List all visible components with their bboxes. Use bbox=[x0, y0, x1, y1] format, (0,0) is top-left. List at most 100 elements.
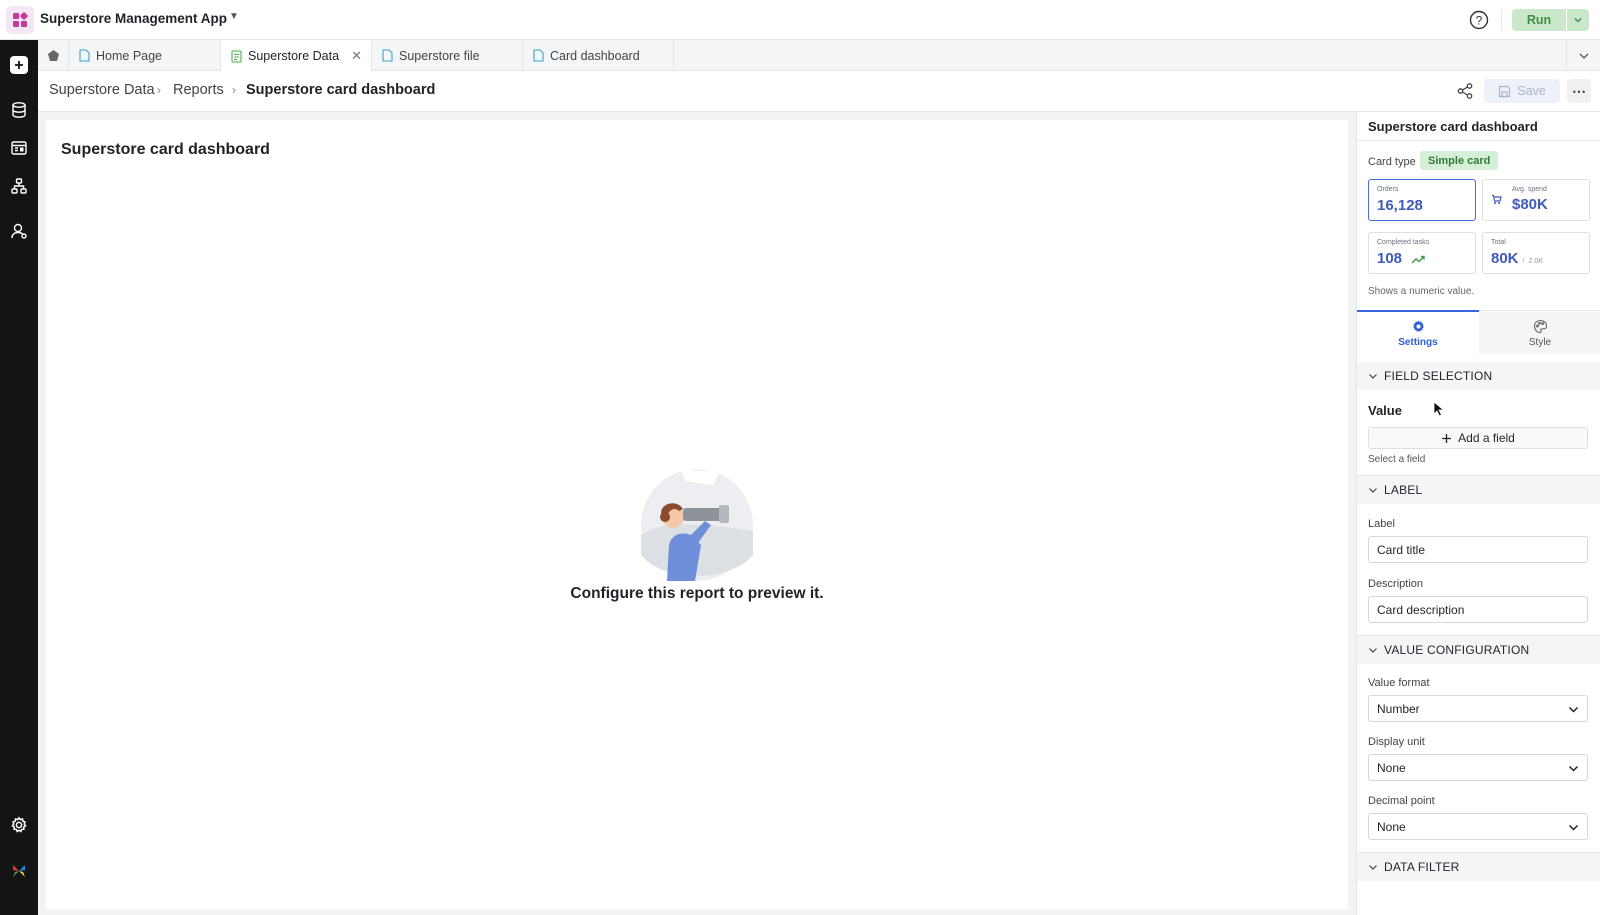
card-type-description: Shows a numeric value. bbox=[1368, 286, 1475, 297]
mouse-cursor-icon bbox=[1433, 401, 1445, 417]
pages-icon[interactable] bbox=[9, 138, 29, 158]
card-preview-title: Completed tasks bbox=[1377, 239, 1430, 246]
card-preview-title: Avg. spend bbox=[1512, 186, 1547, 193]
chevron-down-icon bbox=[1369, 374, 1377, 379]
breadcrumb: Superstore Data › Reports › Superstore c… bbox=[38, 71, 1600, 112]
display-unit-value: None bbox=[1377, 760, 1406, 775]
section-value-configuration[interactable]: VALUE CONFIGURATION bbox=[1357, 636, 1600, 664]
label-input-value: Card title bbox=[1377, 542, 1426, 557]
report-canvas-area: Superstore card dashboard Configure this… bbox=[38, 112, 1356, 915]
tab-label: Superstore Data bbox=[248, 49, 340, 63]
chevron-down-icon bbox=[1369, 865, 1377, 870]
form-icon bbox=[231, 49, 242, 63]
help-icon[interactable]: ? bbox=[1469, 10, 1489, 30]
share-icon[interactable] bbox=[1456, 82, 1474, 100]
more-options-icon[interactable]: ⋯ bbox=[1567, 79, 1591, 103]
properties-panel: Superstore card dashboard Card type Simp… bbox=[1356, 112, 1600, 915]
tab-bar: Home Page Superstore Data ✕ Superstore f… bbox=[38, 40, 1600, 72]
description-input[interactable]: Card description bbox=[1368, 596, 1588, 623]
report-canvas: Superstore card dashboard Configure this… bbox=[46, 120, 1348, 909]
chevron-down-icon bbox=[1568, 765, 1579, 772]
breadcrumb-separator-icon: › bbox=[157, 83, 161, 97]
tab-superstore-data[interactable]: Superstore Data ✕ bbox=[221, 40, 372, 72]
page-icon bbox=[382, 49, 393, 62]
breadcrumb-item[interactable]: Superstore Data bbox=[49, 82, 155, 98]
tab-home-page[interactable]: Home Page bbox=[69, 40, 221, 71]
value-format-label: Value format bbox=[1368, 677, 1430, 689]
section-title: LABEL bbox=[1384, 483, 1423, 497]
add-field-button[interactable]: Add a field bbox=[1368, 427, 1588, 449]
tab-label: Settings bbox=[1398, 336, 1438, 348]
card-preview-title: Total bbox=[1491, 239, 1506, 246]
empty-state-message: Configure this report to preview it. bbox=[570, 585, 824, 602]
workflow-icon[interactable] bbox=[9, 176, 29, 196]
tab-settings[interactable]: Settings bbox=[1357, 310, 1479, 354]
divider bbox=[1357, 140, 1600, 141]
trend-up-icon bbox=[1411, 255, 1425, 264]
create-new-plus-icon[interactable] bbox=[10, 56, 28, 74]
value-heading: Value bbox=[1368, 403, 1402, 418]
section-data-filter[interactable]: DATA FILTER bbox=[1357, 853, 1600, 881]
display-unit-label: Display unit bbox=[1368, 736, 1425, 748]
card-preview-value: 80K/2.0K bbox=[1491, 250, 1543, 267]
decimal-point-select[interactable]: None bbox=[1368, 813, 1588, 840]
label-input[interactable]: Card title bbox=[1368, 536, 1588, 563]
value-format-value: Number bbox=[1377, 701, 1420, 716]
database-icon[interactable] bbox=[9, 100, 29, 120]
tab-label: Home Page bbox=[96, 48, 163, 63]
card-type-label: Card type bbox=[1368, 156, 1416, 168]
card-preview-secondary: 2.0K bbox=[1528, 258, 1543, 265]
home-tab-icon[interactable] bbox=[38, 40, 69, 71]
app-logo[interactable] bbox=[6, 6, 34, 34]
tab-card-dashboard[interactable]: Card dashboard bbox=[523, 40, 674, 71]
breadcrumb-item[interactable]: Reports bbox=[173, 82, 224, 98]
label-field-label: Label bbox=[1368, 518, 1395, 530]
card-type-badge[interactable]: Simple card bbox=[1420, 151, 1499, 170]
run-options-chevron-icon[interactable] bbox=[1567, 9, 1589, 31]
chevron-down-icon bbox=[1369, 648, 1377, 653]
value-format-select[interactable]: Number bbox=[1368, 695, 1588, 722]
card-preview-total[interactable]: Total 80K/2.0K bbox=[1482, 232, 1590, 274]
tab-label: Card dashboard bbox=[550, 48, 640, 63]
card-preview-orders[interactable]: Orders 16,128 bbox=[1368, 179, 1476, 221]
palette-icon bbox=[1533, 319, 1547, 333]
tab-label: Superstore file bbox=[399, 48, 480, 63]
users-icon[interactable] bbox=[9, 221, 29, 241]
cart-icon bbox=[1492, 194, 1502, 204]
run-button[interactable]: Run bbox=[1512, 9, 1566, 31]
panel-title: Superstore card dashboard bbox=[1368, 119, 1538, 134]
card-preview-value: 16,128 bbox=[1377, 197, 1423, 214]
settings-gear-icon[interactable] bbox=[9, 815, 29, 835]
save-label: Save bbox=[1517, 84, 1546, 98]
app-name[interactable]: Superstore Management App bbox=[40, 11, 227, 26]
save-button[interactable]: Save bbox=[1484, 79, 1560, 103]
section-title: DATA FILTER bbox=[1384, 860, 1460, 874]
tab-overflow-chevron-icon[interactable] bbox=[1566, 40, 1600, 71]
card-preview-divider: / bbox=[1522, 258, 1525, 265]
tab-superstore-file[interactable]: Superstore file bbox=[372, 40, 523, 71]
app-grid-icon bbox=[13, 12, 28, 27]
app-menu-caret-icon[interactable]: ▼ bbox=[229, 11, 239, 22]
card-preview-completed-tasks[interactable]: Completed tasks 108 bbox=[1368, 232, 1476, 274]
display-unit-select[interactable]: None bbox=[1368, 754, 1588, 781]
page-icon bbox=[79, 49, 90, 62]
page-icon bbox=[533, 49, 544, 62]
card-preview-avg-spend[interactable]: Avg. spend $80K bbox=[1482, 179, 1590, 221]
chevron-down-icon bbox=[1568, 706, 1579, 713]
card-preview-title: Orders bbox=[1377, 186, 1399, 193]
tab-label: Style bbox=[1528, 336, 1552, 348]
close-tab-icon[interactable]: ✕ bbox=[351, 48, 362, 64]
svg-text:?: ? bbox=[1476, 14, 1483, 28]
decimal-point-value: None bbox=[1377, 819, 1406, 834]
card-preview-value: $80K bbox=[1512, 196, 1548, 213]
section-label[interactable]: LABEL bbox=[1357, 476, 1600, 504]
section-title: FIELD SELECTION bbox=[1384, 369, 1493, 383]
breadcrumb-current: Superstore card dashboard bbox=[246, 82, 436, 98]
chevron-down-icon bbox=[1568, 824, 1579, 831]
card-preview-primary-value: 80K bbox=[1491, 250, 1519, 267]
section-field-selection[interactable]: FIELD SELECTION bbox=[1357, 362, 1600, 390]
tab-style[interactable]: Style bbox=[1479, 312, 1600, 354]
binoculars-illustration bbox=[641, 465, 753, 581]
card-preview-value: 108 bbox=[1377, 250, 1403, 267]
save-disk-icon bbox=[1499, 85, 1511, 97]
